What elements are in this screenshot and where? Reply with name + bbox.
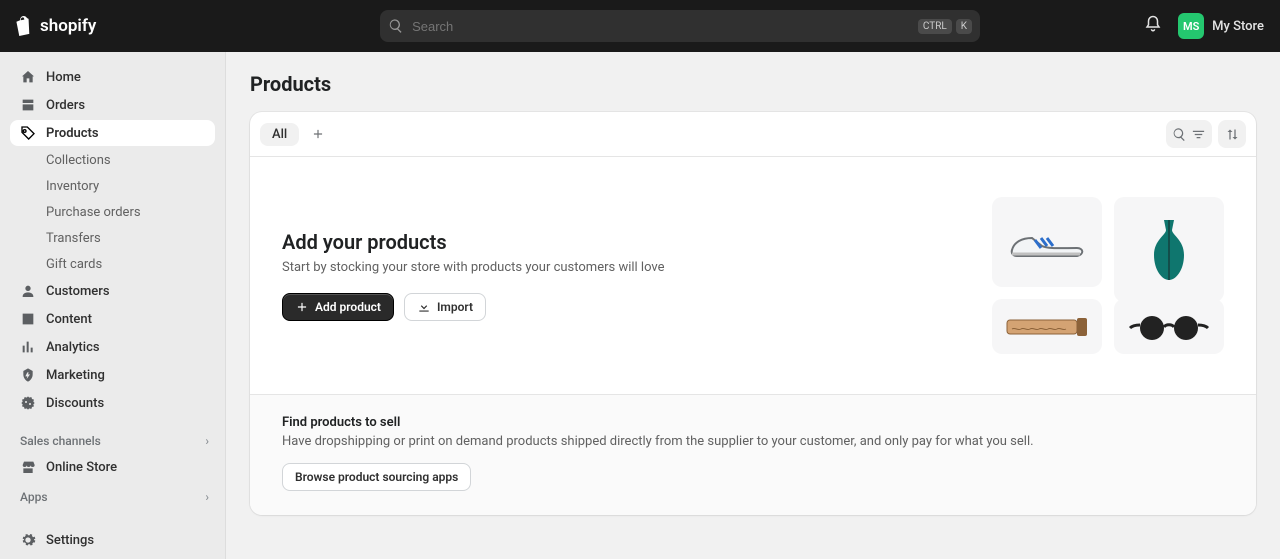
sidebar-item-label: Online Store	[46, 460, 117, 475]
customers-icon	[20, 283, 36, 299]
find-products-section: Find products to sell Have dropshipping …	[250, 394, 1256, 515]
sidebar-item-label: Discounts	[46, 396, 104, 411]
marketing-icon	[20, 367, 36, 383]
sidebar-item-orders[interactable]: Orders	[10, 92, 215, 118]
home-icon	[20, 69, 36, 85]
sidebar-item-marketing[interactable]: Marketing	[10, 362, 215, 388]
illus-shoe	[992, 197, 1102, 287]
plus-icon	[311, 127, 325, 141]
illus-vase	[1114, 197, 1224, 302]
store-menu[interactable]: MS My Store	[1178, 13, 1264, 39]
plus-icon	[295, 300, 309, 314]
download-icon	[417, 300, 431, 314]
sort-button[interactable]	[1218, 120, 1246, 148]
brand-name: shopify	[40, 16, 96, 36]
sidebar-sub-gift-cards[interactable]: Gift cards	[10, 252, 215, 277]
store-icon	[20, 459, 36, 475]
illus-sunglasses	[1114, 299, 1224, 354]
sidebar-sub-purchase-orders[interactable]: Purchase orders	[10, 200, 215, 225]
shopify-bag-icon	[16, 16, 34, 36]
sidebar-item-label: Marketing	[46, 368, 105, 383]
sidebar-item-label: Customers	[46, 284, 110, 299]
add-view-button[interactable]	[305, 121, 331, 147]
sidebar-item-content[interactable]: Content	[10, 306, 215, 332]
sidebar-item-label: Content	[46, 312, 92, 327]
orders-icon	[20, 97, 36, 113]
sidebar-item-analytics[interactable]: Analytics	[10, 334, 215, 360]
analytics-icon	[20, 339, 36, 355]
filter-icon	[1191, 127, 1206, 142]
find-heading: Find products to sell	[282, 415, 1224, 430]
search-icon	[1172, 127, 1187, 142]
chevron-right-icon: ›	[205, 490, 209, 504]
sidebar-item-label: Home	[46, 70, 81, 85]
products-card: All Add your products	[250, 112, 1256, 515]
sort-icon	[1225, 127, 1240, 142]
store-name: My Store	[1212, 19, 1264, 34]
empty-heading: Add your products	[282, 230, 665, 254]
bell-icon	[1144, 15, 1162, 33]
notifications-button[interactable]	[1144, 15, 1162, 37]
import-button[interactable]: Import	[404, 293, 486, 321]
card-header: All	[250, 112, 1256, 157]
kbd-ctrl: CTRL	[918, 19, 952, 34]
illustration-grid	[992, 197, 1224, 354]
search-input[interactable]	[412, 19, 910, 34]
sidebar-item-customers[interactable]: Customers	[10, 278, 215, 304]
section-sales-channels[interactable]: Sales channels ›	[0, 426, 225, 454]
topbar-right: MS My Store	[1144, 13, 1264, 39]
sidebar-item-products[interactable]: Products	[10, 120, 215, 146]
add-product-button[interactable]: Add product	[282, 293, 394, 321]
sidebar-item-label: Analytics	[46, 340, 100, 355]
sidebar-item-settings[interactable]: Settings	[10, 527, 215, 553]
empty-subtext: Start by stocking your store with produc…	[282, 260, 665, 275]
sidebar-item-home[interactable]: Home	[10, 64, 215, 90]
sidebar-item-label: Products	[46, 126, 99, 141]
sidebar-sub-inventory[interactable]: Inventory	[10, 174, 215, 199]
brand-logo[interactable]: shopify	[16, 16, 216, 36]
sidebar-item-online-store[interactable]: Online Store	[10, 454, 215, 480]
search-icon	[388, 18, 404, 34]
browse-apps-button[interactable]: Browse product sourcing apps	[282, 463, 471, 491]
chevron-right-icon: ›	[205, 434, 209, 448]
illus-tube	[992, 299, 1102, 354]
find-subtext: Have dropshipping or print on demand pro…	[282, 434, 1224, 449]
sidebar-item-label: Orders	[46, 98, 85, 113]
page-title: Products	[250, 72, 1256, 96]
main-content: Products All	[226, 52, 1280, 559]
sidebar: Home Orders Products Collections Invento…	[0, 52, 226, 559]
sidebar-item-label: Settings	[46, 533, 94, 548]
sidebar-sub-collections[interactable]: Collections	[10, 148, 215, 173]
gear-icon	[20, 532, 36, 548]
tab-all[interactable]: All	[260, 123, 299, 146]
empty-state: Add your products Start by stocking your…	[250, 157, 1256, 394]
kbd-k: K	[956, 19, 972, 34]
search-box[interactable]: CTRL K	[380, 10, 980, 42]
tag-icon	[20, 125, 36, 141]
topbar: shopify CTRL K MS My Store	[0, 0, 1280, 52]
kbd-hint: CTRL K	[918, 19, 972, 34]
sidebar-item-discounts[interactable]: Discounts	[10, 390, 215, 416]
avatar: MS	[1178, 13, 1204, 39]
sidebar-sub-transfers[interactable]: Transfers	[10, 226, 215, 251]
search-wrap: CTRL K	[232, 10, 1128, 42]
discounts-icon	[20, 395, 36, 411]
search-filter-button[interactable]	[1166, 120, 1212, 148]
section-apps[interactable]: Apps ›	[0, 482, 225, 510]
content-icon	[20, 311, 36, 327]
